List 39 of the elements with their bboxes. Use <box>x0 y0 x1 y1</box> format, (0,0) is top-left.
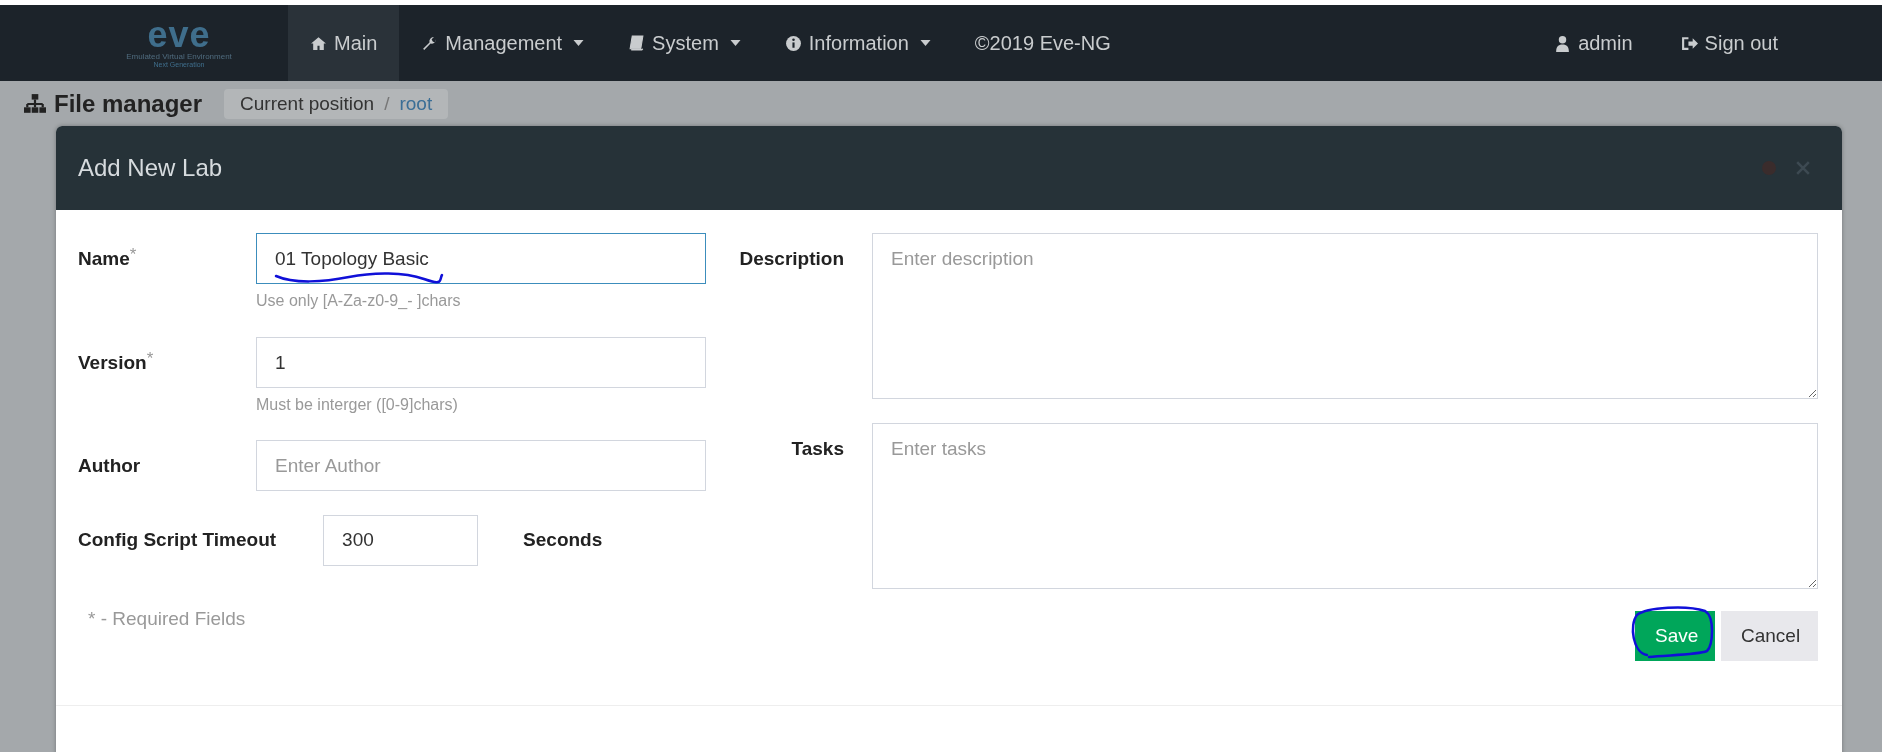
book-icon <box>628 34 646 52</box>
info-icon <box>784 34 802 52</box>
user-icon <box>1554 34 1572 52</box>
sign-out-icon <box>1680 34 1698 52</box>
text-input[interactable]: 1 <box>256 337 706 388</box>
wrench-icon <box>421 34 439 52</box>
field-label: Author <box>78 454 141 478</box>
text-area[interactable]: Enter tasks <box>872 423 1818 589</box>
text-input[interactable]: Enter Author <box>256 440 706 491</box>
dialog-title: Add New Lab <box>78 154 224 182</box>
required-note: * - Required Fields <box>88 608 247 630</box>
nav-link[interactable]: admin <box>1530 5 1657 81</box>
field-hint: Must be interger ([0-9]chars) <box>256 396 459 414</box>
nav-link[interactable]: System <box>606 5 763 81</box>
field-label: Version <box>78 351 147 375</box>
text-area[interactable]: Enter description <box>872 233 1818 399</box>
unit-label: Seconds <box>523 528 603 552</box>
home-icon <box>310 34 327 52</box>
number-input[interactable]: 300 <box>323 514 479 566</box>
nav-link[interactable]: Management <box>399 5 607 81</box>
required-mark: * <box>146 348 154 368</box>
nav-link[interactable]: Sign out <box>1656 5 1802 81</box>
nav-link[interactable]: Information <box>762 5 953 81</box>
close-icon[interactable] <box>1796 161 1810 175</box>
sitemap-icon <box>24 94 46 114</box>
breadcrumb-label: Current position <box>240 93 375 115</box>
page-title: File manager <box>54 90 203 118</box>
nav-link[interactable]: ©2019 Eve-NG <box>952 5 1133 81</box>
field-label: Config Script Timeout <box>78 528 277 552</box>
field-hint: Use only [A-Za-z0-9_- ]chars <box>256 292 462 310</box>
required-mark: * <box>129 244 137 264</box>
breadcrumb-separator: / <box>384 93 390 115</box>
field-label: Description <box>738 247 844 271</box>
field-label: Tasks <box>790 437 844 461</box>
field-label: Name <box>78 247 130 271</box>
cancel-button[interactable]: Cancel <box>1721 611 1818 661</box>
nav-link[interactable]: Main <box>288 5 400 81</box>
logo-tagline: Emulated Virtual Environment <box>126 52 232 61</box>
text-input[interactable]: 01 Topology Basic <box>256 233 706 284</box>
